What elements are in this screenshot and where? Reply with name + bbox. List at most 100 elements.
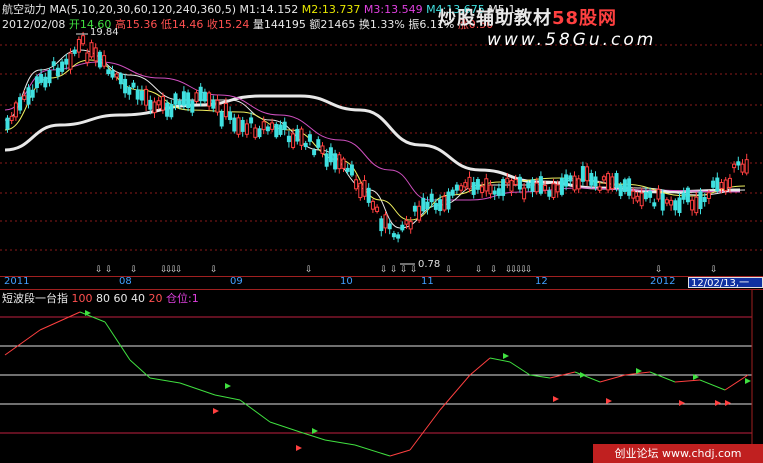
event-marker-icon: ⇩ xyxy=(210,265,218,275)
candle-body xyxy=(148,99,153,110)
candle-body xyxy=(240,119,245,132)
selected-date-box: 12/02/13,一 xyxy=(688,277,763,289)
candle-body xyxy=(118,73,123,85)
chart-header-line2: 2012/02/08 开14.60 高15.36 低14.46 收15.24 量… xyxy=(2,16,493,32)
candle-body xyxy=(698,191,703,210)
indicator-level-60: 60 xyxy=(113,292,128,305)
candle-body xyxy=(585,166,590,182)
candle-body xyxy=(127,86,132,95)
sell-signal-icon xyxy=(606,398,612,404)
candle-body xyxy=(366,187,371,203)
indicator-line-segment xyxy=(4,329,41,356)
candle-body xyxy=(303,142,308,148)
candle-body xyxy=(669,199,674,206)
candle-body xyxy=(165,102,170,117)
candle-body xyxy=(740,163,745,173)
candle-body xyxy=(719,182,724,189)
candle-body xyxy=(706,192,711,199)
sell-signal-icon xyxy=(725,400,731,406)
candle-body xyxy=(358,182,363,199)
indicator-line-segment xyxy=(149,377,181,384)
event-marker-icon: ⇩ xyxy=(475,265,483,275)
candle-body xyxy=(270,122,275,130)
candle-body xyxy=(102,55,107,67)
candle-body xyxy=(492,190,497,195)
candle-body xyxy=(123,78,128,94)
candle-body xyxy=(211,99,216,109)
indicator-line-segment xyxy=(674,379,701,383)
candle-body xyxy=(727,177,732,188)
candle-body xyxy=(732,163,737,169)
candle-body xyxy=(580,166,585,182)
candle-body xyxy=(291,133,296,148)
candle-body xyxy=(387,223,392,230)
candle-body xyxy=(622,179,627,192)
candle-body xyxy=(324,153,329,167)
candle-body xyxy=(614,173,619,188)
candle-body xyxy=(160,96,165,111)
event-marker-icon: ⇩ xyxy=(445,265,453,275)
candle-body xyxy=(442,196,447,211)
candle-body xyxy=(286,135,291,143)
candle-body xyxy=(85,52,90,63)
candle-body xyxy=(30,89,35,98)
candle-body xyxy=(530,179,535,192)
candle-body xyxy=(362,180,367,197)
candlestick-chart[interactable]: ⇩ ⇩ ⇩ ⇩⇩⇩⇩ ⇩ ⇩ ⇩ ⇩ ⇩ ⇩ ⇩ ⇩ ⇩ ⇩⇩⇩⇩⇩ ⇩ ⇩ xyxy=(0,0,763,463)
candle-body xyxy=(274,123,279,138)
indicator-line-segment xyxy=(269,421,301,433)
indicator-line-segment xyxy=(354,444,391,457)
indicator-level-20: 20 xyxy=(148,292,163,305)
candle-body xyxy=(18,97,23,111)
candle-body xyxy=(68,52,73,70)
candle-body xyxy=(215,99,220,113)
event-marker-icon: ⇩ xyxy=(175,265,183,275)
candle-body xyxy=(425,201,430,210)
candle-body xyxy=(51,61,56,66)
candle-body xyxy=(47,70,52,84)
candle-body xyxy=(433,202,438,210)
watermark-url: www.58Gu.com xyxy=(487,30,657,50)
indicator-line-segment xyxy=(699,379,726,391)
candle-body xyxy=(690,199,695,211)
event-marker-icon: ⇩ xyxy=(380,265,388,275)
candle-body xyxy=(635,195,640,202)
indicator-level-40: 40 xyxy=(131,292,145,305)
event-marker-icon: ⇩ xyxy=(305,265,313,275)
candle-body xyxy=(22,95,27,100)
candle-body xyxy=(610,176,615,190)
candle-body xyxy=(316,139,321,148)
indicator-line-segment xyxy=(509,361,531,376)
candle-body xyxy=(471,182,476,195)
candle-body xyxy=(383,214,388,229)
candle-body xyxy=(106,69,111,75)
event-marker-icon: ⇩ xyxy=(490,265,498,275)
axis-label-12: 12 xyxy=(535,276,548,287)
candle-body xyxy=(660,193,665,211)
candle-body xyxy=(236,117,241,135)
candle-body xyxy=(391,233,396,238)
stock-name: 航空动力 xyxy=(2,3,46,16)
candle-body xyxy=(648,191,653,198)
candle-body xyxy=(295,128,300,142)
candle-body xyxy=(13,102,18,118)
watermark-brand: 58股网 xyxy=(552,8,618,29)
candle-body xyxy=(396,234,401,239)
candle-body xyxy=(559,177,564,195)
candle-body xyxy=(64,58,69,65)
indicator-name: 短波段一台指 xyxy=(2,292,68,305)
candle-body xyxy=(597,186,602,191)
indicator-header: 短波段一台指 100 80 60 40 20 仓位:1 xyxy=(2,290,199,306)
candle-body xyxy=(618,184,623,197)
candle-body xyxy=(555,184,560,193)
candle-body xyxy=(408,221,413,230)
candle-body xyxy=(643,192,648,200)
candle-body xyxy=(207,92,212,107)
indicator-line-segment xyxy=(239,399,271,423)
candle-body xyxy=(370,200,375,210)
axis-label-2012: 2012 xyxy=(650,276,676,287)
candle-body xyxy=(723,179,728,192)
candle-body xyxy=(139,90,144,101)
watermark-title: 炒股辅助教材58股网 xyxy=(438,4,617,30)
watermark-prefix: 炒股辅助教材 xyxy=(438,8,552,29)
